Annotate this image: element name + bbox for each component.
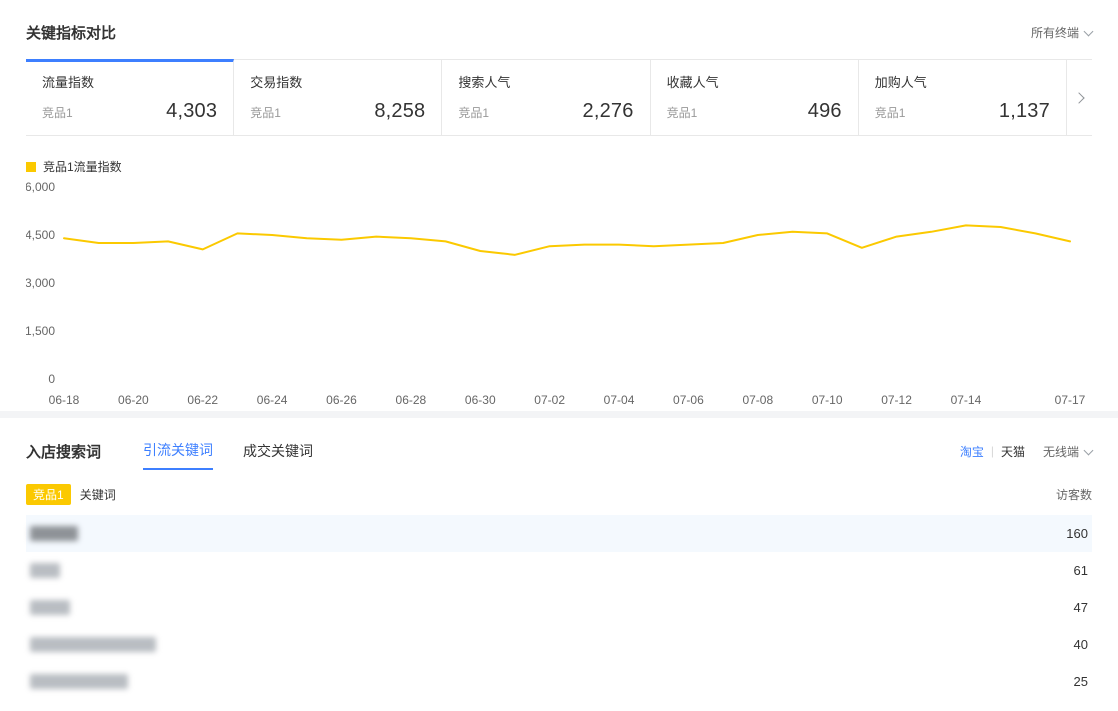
metric-bottom-row: 竞品1 8,258 xyxy=(250,100,425,123)
svg-text:1,500: 1,500 xyxy=(26,324,55,338)
svg-text:07-12: 07-12 xyxy=(881,393,912,407)
metric-competitor-label: 竞品1 xyxy=(458,104,489,121)
trend-line-chart: 0 1,500 3,000 4,500 6,000 06-18 06-20 06-22 06-2… xyxy=(26,179,1092,411)
page-title: 关键指标对比 xyxy=(26,22,116,43)
chevron-down-icon xyxy=(1084,27,1094,37)
visitors-value: 160 xyxy=(1066,526,1088,541)
metric-value: 496 xyxy=(808,100,842,123)
platform-taobao-link[interactable]: 淘宝 xyxy=(960,443,984,460)
cards-next-button[interactable] xyxy=(1067,59,1092,135)
search-terms-panel: 入店搜索词 引流关键词 成交关键词 淘宝 | 天猫 无线端 竞品1 关键词 访客… xyxy=(0,418,1118,700)
metric-card-cart-popularity[interactable]: 加购人气 竞品1 1,137 xyxy=(859,59,1067,135)
svg-text:4,500: 4,500 xyxy=(26,228,55,242)
metric-cards-row: 流量指数 竞品1 4,303 交易指数 竞品1 8,258 搜索人气 竞品1 2… xyxy=(26,59,1092,136)
chevron-down-icon xyxy=(1084,445,1094,455)
metric-competitor-label: 竞品1 xyxy=(42,104,73,121)
wireless-terminal-dropdown[interactable]: 无线端 xyxy=(1043,443,1092,460)
metric-card-traffic-index[interactable]: 流量指数 竞品1 4,303 xyxy=(26,59,234,135)
svg-text:0: 0 xyxy=(48,372,55,386)
visitors-column-header: 访客数 xyxy=(1056,486,1092,503)
metric-label: 流量指数 xyxy=(42,72,217,91)
keyword-column-header: 关键词 xyxy=(80,486,116,503)
metric-bottom-row: 竞品1 1,137 xyxy=(875,100,1050,123)
svg-text:06-18: 06-18 xyxy=(49,393,80,407)
svg-text:07-08: 07-08 xyxy=(742,393,773,407)
metric-label: 加购人气 xyxy=(875,72,1050,91)
chart-legend: 竞品1流量指数 xyxy=(26,158,1092,175)
platform-separator: | xyxy=(991,444,994,458)
terminal-filter-label: 所有终端 xyxy=(1031,26,1079,40)
page: 关键指标对比 所有终端 流量指数 竞品1 4,303 交易指数 竞品1 8,25… xyxy=(0,0,1118,700)
key-metrics-header: 关键指标对比 所有终端 xyxy=(26,0,1092,59)
platform-tmall-link[interactable]: 天猫 xyxy=(1001,443,1025,460)
keyword-table-header: 竞品1 关键词 访客数 xyxy=(26,484,1092,515)
table-row[interactable]: 40 xyxy=(26,626,1092,663)
tab-transaction-keywords[interactable]: 成交关键词 xyxy=(243,441,313,469)
svg-text:06-26: 06-26 xyxy=(326,393,357,407)
metric-competitor-label: 竞品1 xyxy=(875,104,906,121)
svg-text:07-04: 07-04 xyxy=(604,393,635,407)
metric-value: 1,137 xyxy=(999,100,1050,123)
visitors-value: 61 xyxy=(1074,563,1088,578)
svg-text:07-17: 07-17 xyxy=(1055,393,1086,407)
svg-text:06-20: 06-20 xyxy=(118,393,149,407)
metric-value: 8,258 xyxy=(374,100,425,123)
legend-swatch xyxy=(26,162,36,172)
metric-card-favorite-popularity[interactable]: 收藏人气 竞品1 496 xyxy=(651,59,859,135)
wireless-terminal-label: 无线端 xyxy=(1043,445,1079,459)
visitors-value: 47 xyxy=(1074,600,1088,615)
metric-card-transaction-index[interactable]: 交易指数 竞品1 8,258 xyxy=(234,59,442,135)
section-divider xyxy=(0,411,1118,418)
svg-text:6,000: 6,000 xyxy=(26,180,55,194)
masked-keyword xyxy=(30,600,70,615)
masked-keyword xyxy=(30,563,60,578)
chevron-right-icon xyxy=(1074,92,1085,103)
tab-traffic-keywords[interactable]: 引流关键词 xyxy=(143,440,213,470)
metric-value: 2,276 xyxy=(583,100,634,123)
visitors-value: 40 xyxy=(1074,637,1088,652)
visitors-value: 25 xyxy=(1074,674,1088,689)
section-title: 入店搜索词 xyxy=(26,441,101,462)
key-metrics-panel: 关键指标对比 所有终端 流量指数 竞品1 4,303 交易指数 竞品1 8,25… xyxy=(0,0,1118,411)
svg-text:07-10: 07-10 xyxy=(812,393,843,407)
masked-keyword xyxy=(30,526,78,541)
svg-text:06-22: 06-22 xyxy=(187,393,218,407)
metric-competitor-label: 竞品1 xyxy=(250,104,281,121)
svg-text:07-14: 07-14 xyxy=(951,393,982,407)
keyword-tabs: 引流关键词 成交关键词 xyxy=(143,440,343,462)
metric-label: 搜索人气 xyxy=(458,72,633,91)
svg-text:07-02: 07-02 xyxy=(534,393,565,407)
metric-competitor-label: 竞品1 xyxy=(667,104,698,121)
metric-label: 交易指数 xyxy=(250,72,425,91)
svg-text:06-28: 06-28 xyxy=(396,393,427,407)
metric-bottom-row: 竞品1 2,276 xyxy=(458,100,633,123)
keyword-table-body: 160 61 47 40 25 xyxy=(26,515,1092,700)
metric-card-search-popularity[interactable]: 搜索人气 竞品1 2,276 xyxy=(442,59,650,135)
terminal-filter-dropdown[interactable]: 所有终端 xyxy=(1031,24,1092,41)
table-row[interactable]: 25 xyxy=(26,663,1092,700)
svg-text:3,000: 3,000 xyxy=(26,276,55,290)
metric-bottom-row: 竞品1 496 xyxy=(667,100,842,123)
platform-filters: 淘宝 | 天猫 无线端 xyxy=(960,443,1092,460)
svg-text:06-30: 06-30 xyxy=(465,393,496,407)
legend-label: 竞品1流量指数 xyxy=(43,158,122,175)
masked-keyword xyxy=(30,674,128,689)
search-terms-header: 入店搜索词 引流关键词 成交关键词 淘宝 | 天猫 无线端 xyxy=(26,418,1092,478)
metric-value: 4,303 xyxy=(166,100,217,123)
competitor-badge: 竞品1 xyxy=(26,484,71,505)
metric-label: 收藏人气 xyxy=(667,72,842,91)
table-row[interactable]: 160 xyxy=(26,515,1092,552)
metric-bottom-row: 竞品1 4,303 xyxy=(42,100,217,123)
table-row[interactable]: 47 xyxy=(26,589,1092,626)
masked-keyword xyxy=(30,637,156,652)
svg-text:07-06: 07-06 xyxy=(673,393,704,407)
table-row[interactable]: 61 xyxy=(26,552,1092,589)
svg-text:06-24: 06-24 xyxy=(257,393,288,407)
